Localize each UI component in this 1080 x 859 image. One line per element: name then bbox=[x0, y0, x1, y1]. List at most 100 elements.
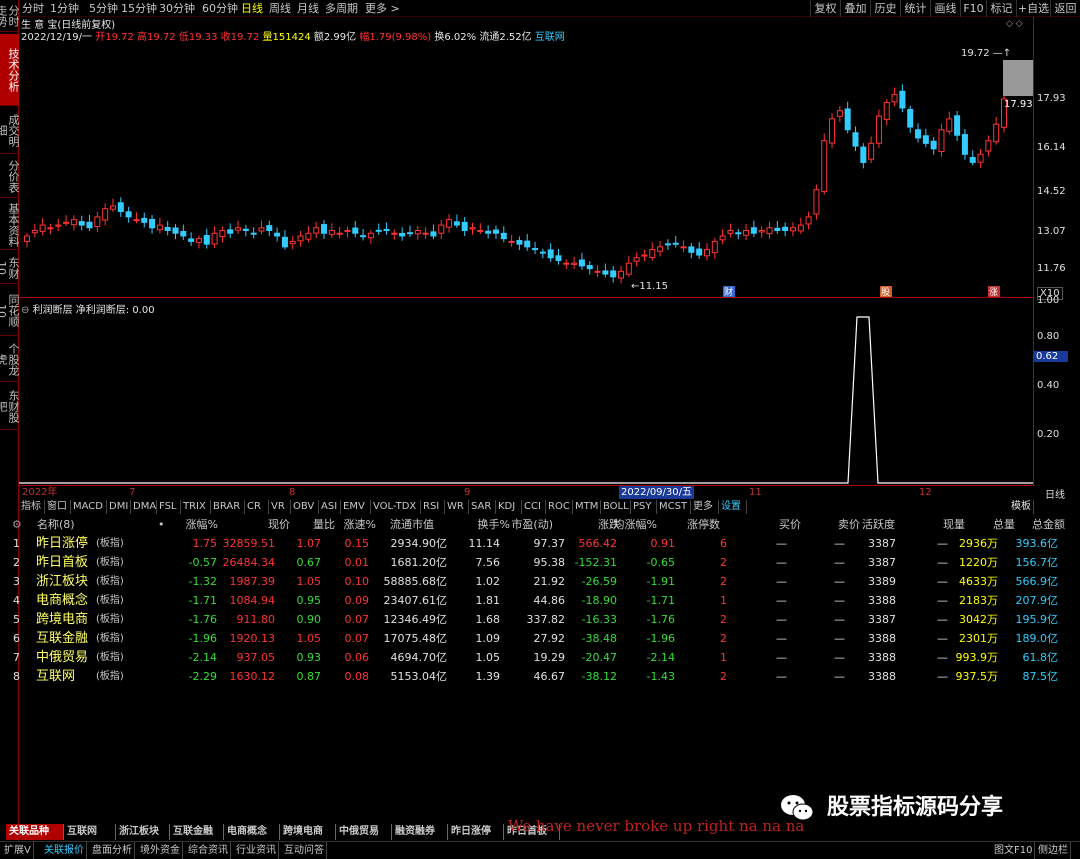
related-tab-7[interactable]: 融资融券 bbox=[392, 824, 448, 840]
related-tab-8[interactable]: 昨日涨停 bbox=[448, 824, 504, 840]
column-header[interactable]: 总量 bbox=[993, 515, 1015, 534]
related-tab-0[interactable]: 关联品种 bbox=[6, 824, 64, 840]
indicator-tab-0[interactable]: 指标 bbox=[19, 500, 45, 514]
period-9[interactable]: 多周期 bbox=[325, 0, 358, 17]
toolbar-8[interactable]: 返回 bbox=[1050, 0, 1080, 17]
column-header[interactable]: 涨速% bbox=[344, 515, 376, 534]
toolbar-4[interactable]: 画线 bbox=[930, 0, 960, 17]
indicator-tab-22[interactable]: PSY bbox=[631, 500, 657, 514]
toolbar-6[interactable]: 标记 bbox=[986, 0, 1016, 17]
indicator-tab-8[interactable]: CR bbox=[245, 500, 269, 514]
row-name[interactable]: 电商概念 bbox=[36, 591, 88, 610]
toolbar-7[interactable]: +自选 bbox=[1016, 0, 1050, 17]
table-row[interactable]: 1 昨日涨停 (板指) 1.75 32859.51 1.07 0.15 2934.90亿 11.… bbox=[0, 534, 1080, 553]
column-header[interactable]: 活跃度 bbox=[862, 515, 895, 534]
indicator-tab-24[interactable]: 更多 bbox=[691, 500, 719, 514]
indicator-tab-4[interactable]: DMA bbox=[131, 500, 157, 514]
column-header[interactable]: 均涨幅% bbox=[614, 515, 657, 534]
status-item-1[interactable]: 关联报价 bbox=[42, 842, 87, 859]
settings-icon[interactable]: ⚙ bbox=[12, 515, 22, 534]
toolbar-1[interactable]: 叠加 bbox=[840, 0, 870, 17]
sidebar-tab-8[interactable]: 东财股吧 bbox=[0, 384, 20, 430]
row-name[interactable]: 昨日首板 bbox=[36, 553, 88, 572]
indicator-tab-7[interactable]: BRAR bbox=[211, 500, 245, 514]
status-item-2[interactable]: 盘面分析 bbox=[90, 842, 135, 859]
indicator-tab-23[interactable]: MCST bbox=[657, 500, 691, 514]
column-header[interactable]: 流通市值 bbox=[390, 515, 434, 534]
row-name[interactable]: 互联金融 bbox=[36, 629, 88, 648]
indicator-panel[interactable]: ⊖ 利润断层 净利润断层: 0.00 bbox=[19, 299, 1033, 486]
column-header[interactable]: 涨停数 bbox=[687, 515, 720, 534]
sidebar-tab-2[interactable]: 成交明细 bbox=[0, 108, 20, 154]
event-marker[interactable]: 财 bbox=[724, 286, 733, 298]
sidebar-tab-6[interactable]: 同花顺10 bbox=[0, 286, 20, 336]
event-marker[interactable]: 涨 bbox=[989, 287, 998, 298]
event-marker[interactable]: 股 bbox=[881, 287, 890, 298]
indicator-tab-1[interactable]: 窗口 bbox=[45, 500, 71, 514]
row-name[interactable]: 互联网 bbox=[36, 667, 75, 686]
status-item-5[interactable]: 行业资讯 bbox=[234, 842, 279, 859]
row-name[interactable]: 浙江板块 bbox=[36, 572, 88, 591]
period-6[interactable]: 日线 bbox=[241, 0, 263, 17]
column-header[interactable]: 涨幅% bbox=[186, 515, 218, 534]
status-item-6[interactable]: 互动问答 bbox=[282, 842, 327, 859]
column-header[interactable]: 名称(8) bbox=[37, 515, 75, 534]
side-panel-toggle[interactable]: 侧边栏 bbox=[1036, 842, 1071, 859]
table-row[interactable]: 8 互联网 (板指) -2.29 1630.12 0.87 0.08 5153.04亿 1.39… bbox=[0, 667, 1080, 686]
column-header[interactable]: 买价 bbox=[779, 515, 801, 534]
indicator-tab-10[interactable]: OBV bbox=[291, 500, 319, 514]
indicator-tab-21[interactable]: BOLL bbox=[601, 500, 631, 514]
column-header[interactable]: 市盈(动) bbox=[511, 515, 553, 534]
row-name[interactable]: 昨日涨停 bbox=[36, 534, 88, 553]
table-row[interactable]: 5 跨境电商 (板指) -1.76 911.80 0.90 0.07 12346.49亿 1.6… bbox=[0, 610, 1080, 629]
period-1[interactable]: 1分钟 bbox=[50, 0, 79, 17]
sidebar-tab-3[interactable]: 分价表 bbox=[0, 156, 20, 198]
indicator-tab-16[interactable]: SAR bbox=[469, 500, 496, 514]
indicator-tab-15[interactable]: WR bbox=[445, 500, 469, 514]
indicator-tab-6[interactable]: TRIX bbox=[181, 500, 211, 514]
collapse-icon[interactable]: ⊖ bbox=[21, 305, 29, 316]
table-row[interactable]: 3 浙江板块 (板指) -1.32 1987.39 1.05 0.10 58885.68亿 1.… bbox=[0, 572, 1080, 591]
related-tab-1[interactable]: 互联网 bbox=[64, 824, 116, 840]
kline-chart[interactable]: 19.72 —↑ ←11.15 财 股 涨 bbox=[19, 17, 1033, 298]
status-item-0[interactable]: 扩展V bbox=[2, 842, 34, 859]
indicator-tab-11[interactable]: ASI bbox=[319, 500, 341, 514]
table-row[interactable]: 7 中俄贸易 (板指) -2.14 937.05 0.93 0.06 4694.70亿 1.05… bbox=[0, 648, 1080, 667]
indicator-tab-3[interactable]: DMI bbox=[107, 500, 131, 514]
row-name[interactable]: 中俄贸易 bbox=[36, 648, 88, 667]
sidebar-tab-4[interactable]: 基本资料 bbox=[0, 200, 20, 250]
column-header[interactable]: 卖价 bbox=[838, 515, 860, 534]
toolbar-0[interactable]: 复权 bbox=[810, 0, 840, 17]
column-header[interactable]: 量比 bbox=[313, 515, 335, 534]
sidebar-tab-0[interactable]: 分时走势 bbox=[0, 0, 20, 32]
sidebar-tab-7[interactable]: 个股龙虎 bbox=[0, 338, 20, 382]
table-row[interactable]: 6 互联金融 (板指) -1.96 1920.13 1.05 0.07 17075.48亿 1.… bbox=[0, 629, 1080, 648]
indicator-tab-20[interactable]: MTM bbox=[573, 500, 601, 514]
period-3[interactable]: 15分钟 bbox=[121, 0, 157, 17]
status-item-3[interactable]: 境外资金 bbox=[138, 842, 183, 859]
related-tab-4[interactable]: 电商概念 bbox=[224, 824, 280, 840]
table-row[interactable]: 2 昨日首板 (板指) -0.57 26484.34 0.67 0.01 1681.20亿 7.… bbox=[0, 553, 1080, 572]
sidebar-tab-1[interactable]: 技术分析 bbox=[0, 34, 20, 106]
indicator-tab-14[interactable]: RSI bbox=[421, 500, 445, 514]
period-7[interactable]: 周线 bbox=[269, 0, 291, 17]
indicator-tab-17[interactable]: KDJ bbox=[496, 500, 522, 514]
period-0[interactable]: 分时 bbox=[22, 0, 44, 17]
indicator-tab-9[interactable]: VR bbox=[269, 500, 291, 514]
related-tab-6[interactable]: 中俄贸易 bbox=[336, 824, 392, 840]
status-item-4[interactable]: 综合资讯 bbox=[186, 842, 231, 859]
indicator-tab-12[interactable]: EMV bbox=[341, 500, 371, 514]
indicator-tab-18[interactable]: CCI bbox=[522, 500, 546, 514]
sidebar-tab-5[interactable]: 东财10 bbox=[0, 252, 20, 284]
period-2[interactable]: 5分钟 bbox=[89, 0, 118, 17]
f10-button[interactable]: 图文F10 bbox=[992, 842, 1036, 859]
indicator-tab-13[interactable]: VOL-TDX bbox=[371, 500, 421, 514]
indicator-tab-19[interactable]: ROC bbox=[546, 500, 573, 514]
row-name[interactable]: 跨境电商 bbox=[36, 610, 88, 629]
period-5[interactable]: 60分钟 bbox=[202, 0, 238, 17]
indicator-tab-25[interactable]: 设置 bbox=[719, 500, 747, 514]
toolbar-5[interactable]: F10 bbox=[960, 0, 986, 17]
related-tab-5[interactable]: 跨境电商 bbox=[280, 824, 336, 840]
column-header[interactable]: 换手% bbox=[478, 515, 510, 534]
period-10[interactable]: 更多 > bbox=[365, 0, 400, 17]
